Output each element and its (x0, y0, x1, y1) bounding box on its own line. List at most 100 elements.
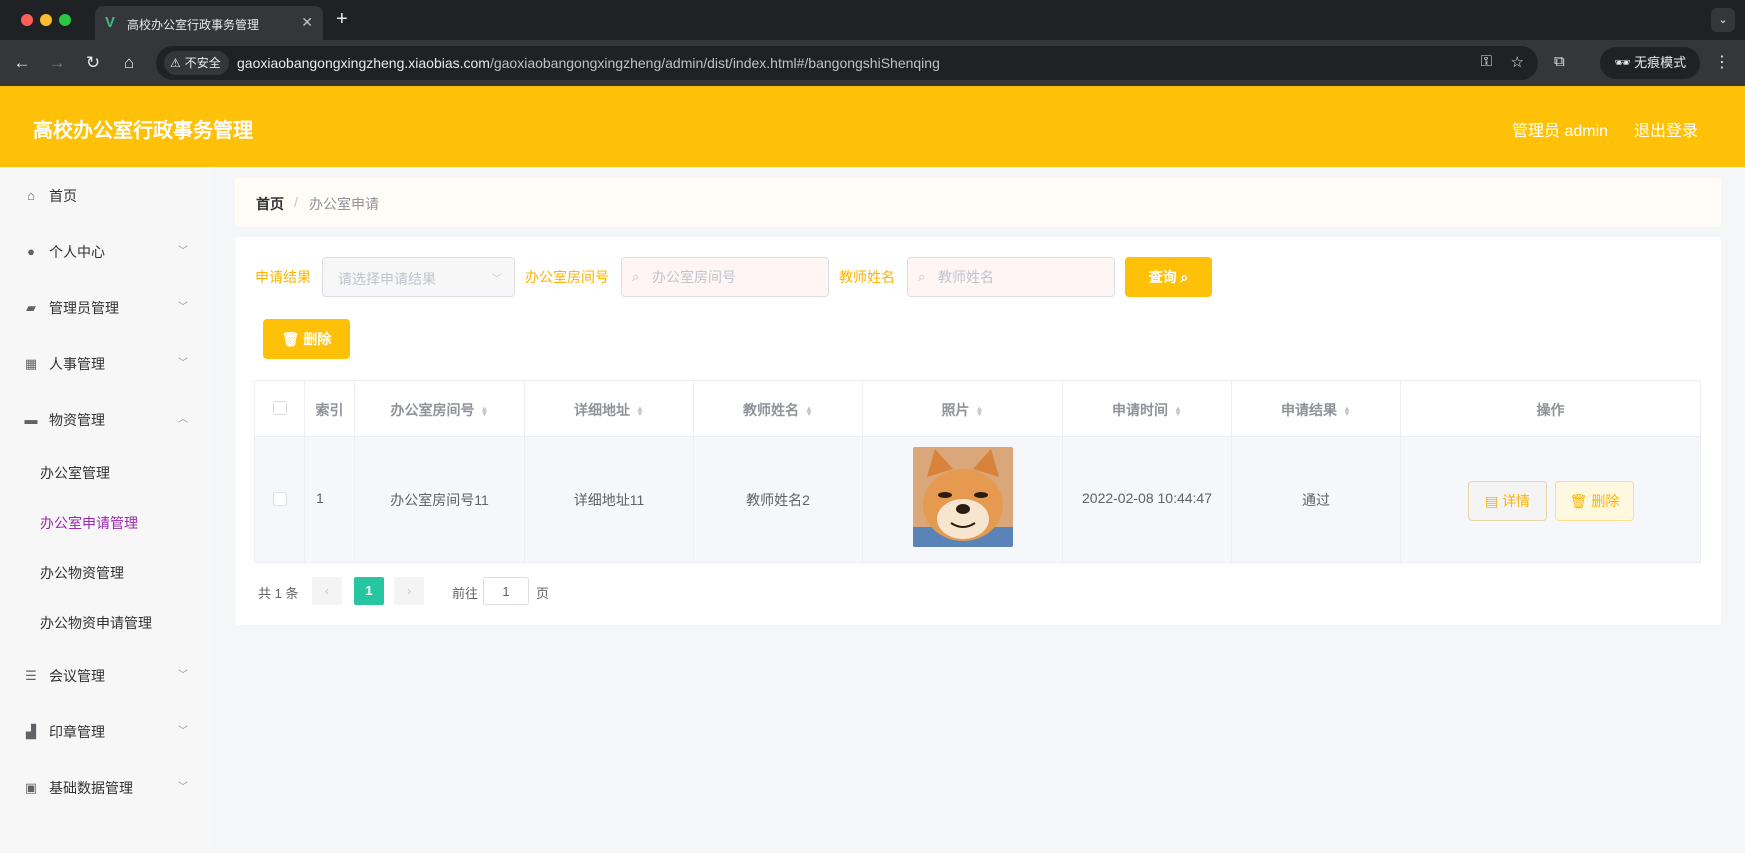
extensions-icon[interactable]: ⧉ (1554, 53, 1565, 70)
row-delete-button[interactable]: 🗑 删除 (1555, 481, 1634, 521)
header-label: 操作 (1536, 402, 1565, 418)
header-cell: 索引 (305, 381, 355, 436)
next-page-button[interactable]: › (394, 577, 424, 605)
detail-button[interactable]: ▤ 详情 (1468, 481, 1547, 521)
row-room: 办公室房间号11 (390, 492, 489, 508)
url-path: /gaoxiaobangongxingzheng/admin/dist/inde… (489, 55, 940, 71)
breadcrumb-home[interactable]: 首页 (256, 194, 284, 214)
sort-icon[interactable]: ▲ ▼ (481, 405, 489, 418)
sidebar-subitem-supplies-application[interactable]: 办公物资申请管理 (0, 597, 210, 647)
header-label: 申请时间 (1112, 402, 1169, 418)
tab-search-icon[interactable]: ⌄ (1711, 8, 1735, 32)
reload-icon[interactable]: ↻ (82, 52, 104, 74)
maximize-window-button[interactable] (59, 14, 71, 26)
sidebar-item-base-data[interactable]: ▣ 基础数据管理 ﹀ (0, 762, 210, 812)
sidebar-item-materials[interactable]: ▬ 物资管理 ︿ (0, 394, 210, 444)
sort-icon[interactable]: ▲ ▼ (1343, 405, 1351, 418)
list-icon: ☰ (25, 668, 37, 683)
new-tab-icon[interactable]: + (336, 8, 348, 30)
sidebar-item-label: 会议管理 (49, 668, 105, 684)
header-cell[interactable]: 详细地址 ▲ ▼ (525, 381, 694, 436)
goto-page-input[interactable] (483, 577, 529, 605)
sort-icon[interactable]: ▲ ▼ (636, 405, 644, 418)
ticket-icon: ▰ (26, 300, 36, 315)
grid-icon: ▦ (24, 356, 38, 371)
batch-delete-button[interactable]: 🗑 删除 (263, 319, 350, 359)
current-user: 管理员 admin (1512, 123, 1609, 140)
header-label: 详细地址 (574, 402, 631, 418)
teacher-photo[interactable] (913, 447, 1013, 547)
data-table: 索引 办公室房间号 ▲ ▼ 详细地址 ▲ ▼ 教师姓名 ▲ ▼ 照片 ▲ ▼ 申请时间 ▲ ▼ 申请… (254, 380, 1701, 563)
browser-tab[interactable]: V 高校办公室行政事务管理 ✕ (95, 6, 323, 40)
user-icon: ● (27, 244, 35, 259)
select-all-checkbox[interactable] (273, 401, 287, 415)
chevron-down-icon: ﹀ (178, 302, 188, 313)
sort-icon[interactable]: ▲ ▼ (976, 405, 984, 418)
more-menu-icon[interactable]: ⋮ (1714, 52, 1730, 72)
result-filter-label: 申请结果 (255, 269, 311, 285)
sidebar-item-admins[interactable]: ▰ 管理员管理 ﹀ (0, 282, 210, 332)
chevron-up-icon: ︿ (178, 414, 188, 425)
page-1-button[interactable]: 1 (354, 577, 384, 605)
detail-button-label: 详情 (1502, 493, 1531, 509)
breadcrumb: 首页 / 办公室申请 (235, 178, 1721, 227)
search-icon: ⌕ (632, 269, 640, 284)
teacher-search-input[interactable] (938, 258, 1108, 296)
tab-close-icon[interactable]: ✕ (301, 14, 313, 31)
sidebar-subitem-office-application[interactable]: 办公室申请管理 (0, 497, 210, 547)
row-teacher: 教师姓名2 (746, 492, 810, 508)
sidebar-subitem-office-supplies[interactable]: 办公物资管理 (0, 547, 210, 597)
shiba-dog-photo (913, 447, 1013, 547)
logout-link[interactable]: 退出登录 (1634, 117, 1698, 141)
sidebar-item-personnel[interactable]: ▦ 人事管理 ﹀ (0, 338, 210, 388)
header-cell[interactable]: 申请结果 ▲ ▼ (1232, 381, 1401, 436)
room-filter-label: 办公室房间号 (525, 269, 609, 285)
sidebar-item-label: 印章管理 (49, 724, 105, 740)
sidebar-item-label: 基础数据管理 (49, 780, 133, 796)
sidebar-item-label: 人事管理 (49, 356, 105, 372)
chevron-down-icon: ﹀ (178, 358, 188, 369)
key-icon[interactable]: ⚿ (1481, 53, 1492, 70)
table-cell: 详细地址11 (525, 437, 694, 562)
sidebar-subitem-office[interactable]: 办公室管理 (0, 447, 210, 497)
header-cell[interactable]: 照片 ▲ ▼ (863, 381, 1063, 436)
header-label-teacher: 教师姓名 ▲ ▼ (694, 400, 862, 420)
sidebar-item-home[interactable]: ⌂ 首页 (0, 170, 210, 220)
pagination: 共 1 条 ‹ 1 › 前往 页 (254, 577, 854, 605)
address-bar[interactable]: ⚠ 不安全 gaoxiaobangongxingzheng.xiaobias.co… (156, 46, 1538, 80)
sidebar-item-seals[interactable]: ▟ 印章管理 ﹀ (0, 706, 210, 756)
row-checkbox[interactable] (273, 492, 287, 506)
table-cell: 2022-02-08 10:44:47 (1063, 437, 1232, 562)
minimize-window-button[interactable] (40, 14, 52, 26)
query-button[interactable]: 查询 ⌕ (1125, 257, 1212, 297)
warning-icon: ⚠ (170, 56, 181, 70)
sort-icon[interactable]: ▲ ▼ (805, 405, 813, 418)
home-icon[interactable]: ⌂ (118, 52, 140, 74)
back-icon[interactable]: ← (11, 52, 33, 74)
row-select-cell (255, 437, 305, 562)
content-card: 申请结果 请选择申请结果 ﹀ 办公室房间号 ⌕ 教师姓名 ⌕ 查询 ⌕ 🗑 删除… (235, 237, 1721, 625)
prev-page-button[interactable]: ‹ (312, 577, 342, 605)
sidebar-item-label: 首页 (49, 188, 77, 204)
chevron-down-icon: ﹀ (492, 274, 502, 285)
header-cell[interactable]: 办公室房间号 ▲ ▼ (355, 381, 525, 436)
url-text: gaoxiaobangongxingzheng.xiaobias.com/gao… (237, 55, 940, 71)
sidebar-item-profile[interactable]: ● 个人中心 ﹀ (0, 226, 210, 276)
forward-icon[interactable]: → (46, 52, 68, 74)
header-cell[interactable]: 申请时间 ▲ ▼ (1063, 381, 1232, 436)
result-select[interactable]: 请选择申请结果 ﹀ (322, 257, 515, 297)
sidebar-item-meetings[interactable]: ☰ 会议管理 ﹀ (0, 650, 210, 700)
teacher-search-field[interactable]: ⌕ (907, 257, 1115, 297)
header-cell[interactable]: 教师姓名 ▲ ▼ (694, 381, 863, 436)
security-indicator[interactable]: ⚠ 不安全 (164, 51, 229, 75)
clipboard-icon: ▣ (24, 780, 38, 795)
header-label-room: 办公室房间号 ▲ ▼ (355, 400, 524, 420)
page-unit-label: 页 (536, 586, 550, 601)
incognito-badge[interactable]: 🕶 无痕模式 (1600, 47, 1701, 79)
room-search-input[interactable] (652, 258, 822, 296)
bookmark-star-icon[interactable]: ☆ (1511, 53, 1524, 71)
room-search-field[interactable]: ⌕ (621, 257, 829, 297)
sort-icon[interactable]: ▲ ▼ (1174, 405, 1182, 418)
close-window-button[interactable] (21, 14, 33, 26)
app-header: 高校办公室行政事务管理 管理员 admin 退出登录 (0, 86, 1745, 167)
